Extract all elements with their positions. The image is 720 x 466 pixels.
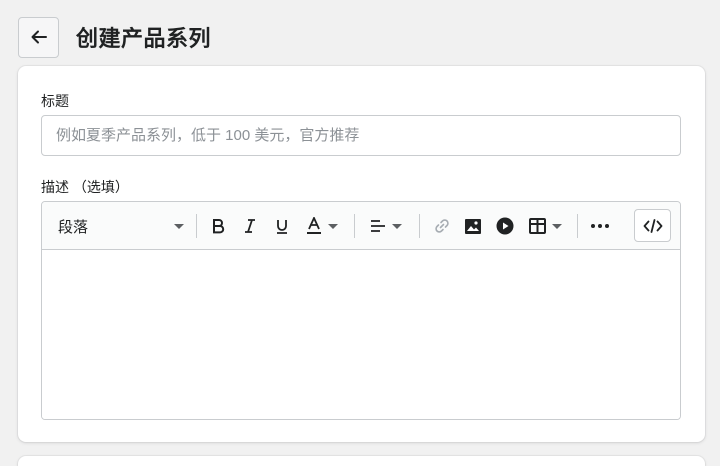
align-button[interactable] <box>367 202 405 250</box>
chevron-down-icon <box>551 223 562 229</box>
paragraph-format-select[interactable]: 段落 <box>42 202 192 250</box>
chevron-down-icon <box>392 223 402 229</box>
chevron-down-icon <box>174 223 184 229</box>
insert-table-button[interactable] <box>526 202 564 250</box>
next-card <box>18 456 705 466</box>
video-icon <box>496 217 514 235</box>
collection-form-card: 标题 描述 （选填） 段落 <box>18 66 705 442</box>
text-color-icon <box>307 217 321 234</box>
editor-content-area[interactable] <box>42 250 680 419</box>
title-input[interactable] <box>41 115 681 156</box>
description-label: 描述 （选填） <box>41 179 129 195</box>
more-icon <box>591 224 609 228</box>
toolbar-divider <box>577 214 578 238</box>
bold-icon <box>213 219 225 234</box>
toolbar-divider <box>419 214 420 238</box>
underline-button[interactable] <box>271 202 293 250</box>
chevron-down-icon <box>328 223 338 229</box>
align-left-icon <box>371 220 385 232</box>
back-button[interactable] <box>18 16 59 58</box>
insert-video-button[interactable] <box>493 202 517 250</box>
page-title: 创建产品系列 <box>76 26 212 51</box>
toolbar-divider <box>354 214 355 238</box>
bold-button[interactable] <box>207 202 229 250</box>
page-header: 创建产品系列 <box>18 16 211 58</box>
paragraph-format-label: 段落 <box>58 218 89 236</box>
toolbar-divider <box>196 214 197 238</box>
table-icon <box>528 218 546 234</box>
underline-icon <box>277 219 287 234</box>
insert-image-button[interactable] <box>461 202 485 250</box>
italic-icon <box>245 219 255 233</box>
title-label: 标题 <box>41 93 69 109</box>
description-editor: 段落 <box>41 201 681 420</box>
image-icon <box>465 218 481 234</box>
link-button[interactable] <box>430 202 454 250</box>
editor-toolbar: 段落 <box>42 202 680 250</box>
arrow-left-icon <box>31 30 47 44</box>
code-view-icon <box>643 218 662 233</box>
link-icon <box>435 219 449 233</box>
text-color-button[interactable] <box>303 202 341 250</box>
show-html-button[interactable] <box>634 209 671 242</box>
italic-button[interactable] <box>239 202 261 250</box>
more-options-button[interactable] <box>587 202 613 250</box>
